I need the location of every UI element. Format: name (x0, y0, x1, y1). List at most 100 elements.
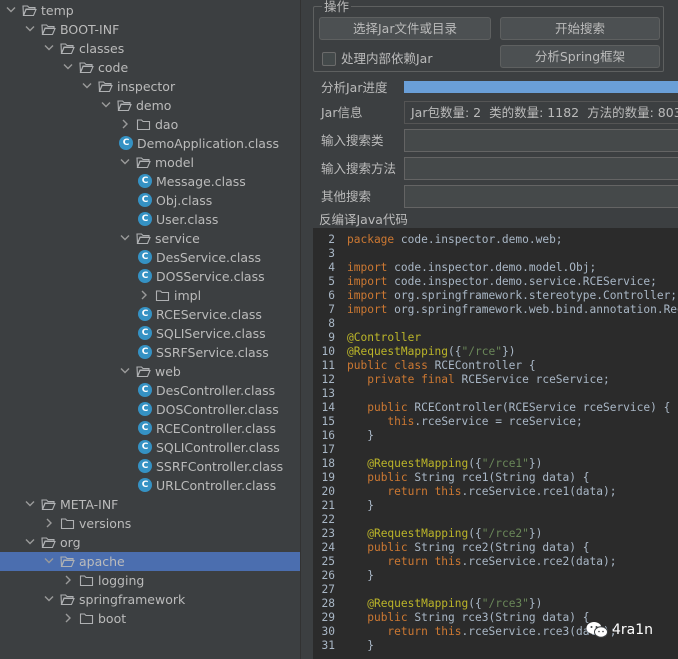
other-search-input[interactable] (404, 185, 678, 208)
tree-class-node[interactable]: C DOSService.class (0, 267, 300, 286)
tree-folder-node[interactable]: web (0, 362, 300, 381)
tree-node-label: DesController.class (156, 383, 276, 398)
select-jar-button[interactable]: 选择Jar文件或目录 (319, 17, 491, 40)
tree-node-label: demo (136, 98, 172, 113)
tree-folder-node[interactable]: temp (0, 1, 300, 20)
code-token: public (367, 471, 415, 484)
tree-class-node[interactable]: C DemoApplication.class (0, 134, 300, 153)
chevron-down-icon[interactable] (119, 229, 131, 248)
chevron-right-icon[interactable] (43, 514, 55, 533)
java-class-icon: C (138, 421, 152, 435)
tree-folder-node[interactable]: versions (0, 514, 300, 533)
tree-class-node[interactable]: C DesController.class (0, 381, 300, 400)
java-class-icon: C (138, 307, 152, 321)
tree-class-node[interactable]: C User.class (0, 210, 300, 229)
chevron-down-icon[interactable] (100, 96, 112, 115)
code-token: .rceService.rce2(data); (461, 555, 617, 568)
decompiled-code-area[interactable]: 2 package code.inspector.demo.web; 3 4 impor… (313, 228, 678, 659)
code-token: ({ (448, 345, 462, 358)
chevron-right-icon[interactable] (62, 571, 74, 590)
tree-folder-node[interactable]: model (0, 153, 300, 172)
chevron-right-icon[interactable] (62, 609, 74, 628)
code-line: 11 public class RCEController { (313, 359, 536, 373)
jar-info-value: Jar包数量: 2 类的数量: 1182 方法的数量: 8034 (404, 101, 678, 124)
chevron-down-icon[interactable] (119, 153, 131, 172)
code-token: String rce3(String data) { (414, 611, 590, 624)
code-token: this (387, 415, 415, 428)
chevron-down-icon[interactable] (62, 58, 74, 77)
chevron-down-icon[interactable] (5, 1, 17, 20)
tree-folder-node[interactable]: impl (0, 286, 300, 305)
code-token: }) (528, 597, 543, 610)
code-token: }) (528, 457, 543, 470)
tree-folder-node[interactable]: dao (0, 115, 300, 134)
tree-folder-node[interactable]: code (0, 58, 300, 77)
code-line: 29 public String rce3(String data) { (313, 611, 590, 625)
folder-open-icon (60, 592, 75, 607)
tree-node-label: dao (155, 117, 179, 132)
chevron-down-icon[interactable] (43, 39, 55, 58)
tree-class-node[interactable]: C URLController.class (0, 476, 300, 495)
tree-folder-node[interactable]: service (0, 229, 300, 248)
code-token: public (367, 541, 415, 554)
tree-folder-node[interactable]: boot (0, 609, 300, 628)
start-search-button[interactable]: 开始搜索 (500, 17, 660, 40)
line-number: 5 (328, 275, 335, 288)
process-deps-label[interactable]: 处理内部依赖Jar (341, 51, 433, 67)
chevron-down-icon[interactable] (24, 495, 36, 514)
chevron-right-icon[interactable] (138, 286, 150, 305)
chevron-down-icon[interactable] (81, 77, 93, 96)
tree-folder-node[interactable]: org (0, 533, 300, 552)
tree-class-node[interactable]: C SSRFService.class (0, 343, 300, 362)
chevron-down-icon[interactable] (43, 552, 55, 571)
tree-node-label: DesService.class (156, 250, 262, 265)
line-number: 31 (321, 639, 335, 652)
java-class-icon: C (138, 193, 152, 207)
tree-class-node[interactable]: C SSRFController.class (0, 457, 300, 476)
folder-open-icon (117, 98, 132, 113)
line-number: 18 (321, 457, 335, 470)
java-class-icon: C (138, 478, 152, 492)
code-token: }) (528, 527, 543, 540)
tree-node-label: apache (79, 554, 125, 569)
tree-node-label: versions (79, 516, 132, 531)
process-deps-checkbox[interactable] (322, 52, 336, 66)
line-number: 16 (321, 429, 335, 442)
chevron-down-icon[interactable] (24, 20, 36, 39)
tree-folder-node[interactable]: logging (0, 571, 300, 590)
tree-class-node[interactable]: C SQLIService.class (0, 324, 300, 343)
code-token: "/rce3" (481, 597, 529, 610)
tree-class-node[interactable]: C DOSController.class (0, 400, 300, 419)
search-class-input[interactable] (404, 129, 678, 152)
tree-folder-node[interactable]: springframework (0, 590, 300, 609)
tree-class-node[interactable]: C Obj.class (0, 191, 300, 210)
line-number: 27 (321, 583, 335, 596)
tree-folder-node[interactable]: META-INF (0, 495, 300, 514)
tree-node-label: boot (98, 611, 127, 626)
panel-splitter[interactable] (300, 0, 309, 659)
tree-class-node[interactable]: C DesService.class (0, 248, 300, 267)
tree-class-node[interactable]: C RCEController.class (0, 419, 300, 438)
tree-class-node[interactable]: C RCEService.class (0, 305, 300, 324)
tree-folder-node[interactable]: apache (0, 552, 300, 571)
line-number: 21 (321, 499, 335, 512)
tree-folder-node[interactable]: demo (0, 96, 300, 115)
operations-title: 操作 (322, 0, 352, 14)
tree-folder-node[interactable]: BOOT-INF (0, 20, 300, 39)
chevron-down-icon[interactable] (43, 590, 55, 609)
tree-class-node[interactable]: C Message.class (0, 172, 300, 191)
chevron-right-icon[interactable] (119, 115, 131, 134)
search-method-input[interactable] (404, 157, 678, 180)
code-token: "/rce1" (481, 457, 529, 470)
tree-folder-node[interactable]: inspector (0, 77, 300, 96)
code-token: @RequestMapping (367, 597, 469, 610)
file-tree[interactable]: temp BOOT-INF classes code inspector demo dao C… (0, 0, 300, 659)
tree-folder-node[interactable]: classes (0, 39, 300, 58)
chevron-down-icon[interactable] (119, 362, 131, 381)
analyze-spring-button[interactable]: 分析Spring框架 (500, 45, 660, 68)
line-number: 4 (328, 261, 335, 274)
chevron-down-icon[interactable] (24, 533, 36, 552)
tree-class-node[interactable]: C SQLIController.class (0, 438, 300, 457)
